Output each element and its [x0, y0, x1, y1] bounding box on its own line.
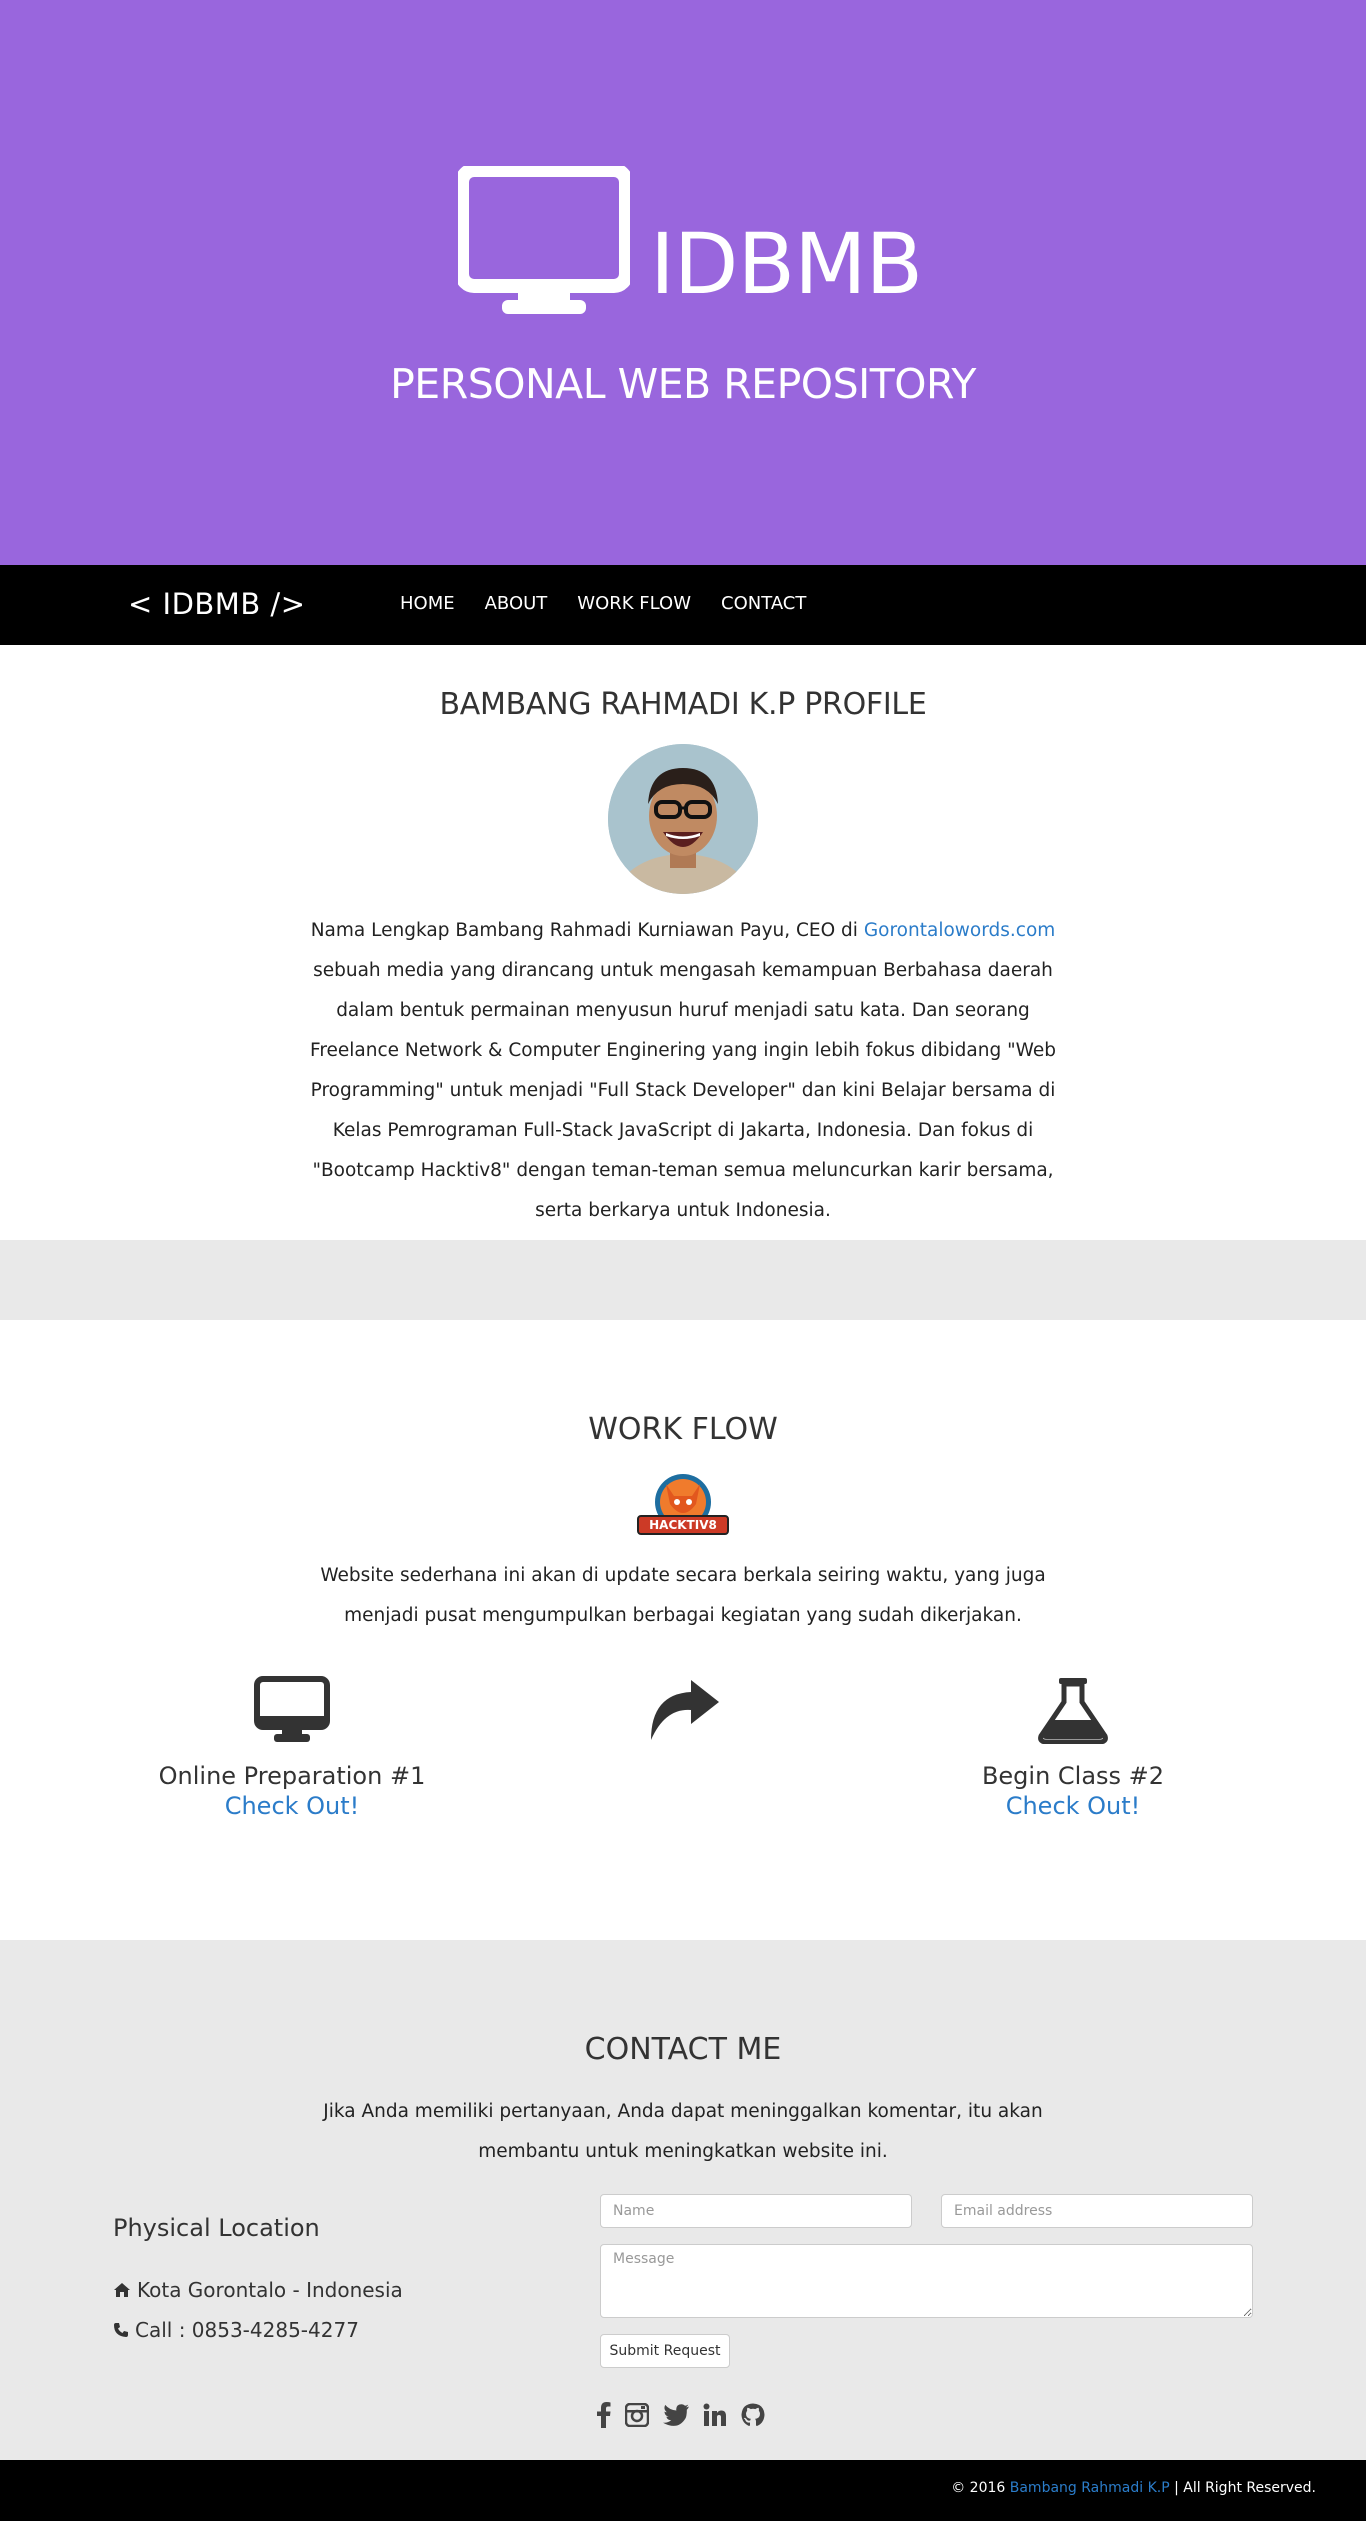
avatar: [608, 744, 758, 894]
github-icon[interactable]: [741, 2403, 765, 2431]
desktop-icon: [458, 166, 630, 314]
name-input[interactable]: [600, 2194, 912, 2228]
twitter-icon[interactable]: [663, 2404, 689, 2430]
workflow-title: WORK FLOW: [588, 1412, 778, 1447]
phone-icon: [114, 2323, 128, 2337]
contact-description: Jika Anda memiliki pertanyaan, Anda dapa…: [323, 2101, 1043, 2162]
home-icon: [114, 2283, 130, 2297]
hero-subtitle: PERSONAL WEB REPOSITORY: [390, 360, 976, 408]
linkedin-icon[interactable]: [703, 2403, 727, 2431]
footer-author-link[interactable]: Bambang Rahmadi K.P: [1010, 2480, 1170, 2496]
social-links: [597, 2402, 765, 2432]
workflow-section: WORK FLOW HACKTIV8 Website sederhana ini…: [0, 1320, 1366, 1940]
profile-description: Nama Lengkap Bambang Rahmadi Kurniawan P…: [300, 911, 1066, 1231]
instagram-icon[interactable]: [624, 2402, 650, 2431]
check-out-link[interactable]: Check Out!: [873, 1792, 1273, 1820]
nav-link-contact[interactable]: CONTACT: [721, 593, 806, 614]
message-textarea[interactable]: [600, 2244, 1253, 2318]
section-divider: [0, 1240, 1366, 1320]
check-out-link[interactable]: Check Out!: [92, 1792, 492, 1820]
address-text: Kota Gorontalo - Indonesia: [137, 2278, 403, 2302]
nav-link-about[interactable]: ABOUT: [485, 593, 548, 614]
copyright: © 2016 Bambang Rahmadi K.P | All Right R…: [951, 2480, 1316, 2496]
hero-brand: IDBMB: [650, 215, 923, 313]
workflow-item-title: Online Preparation #1: [158, 1762, 426, 1790]
hacktiv8-logo-text: HACKTIV8: [649, 1518, 717, 1532]
hacktiv8-logo: HACKTIV8: [637, 1474, 729, 1535]
address-line: Kota Gorontalo - Indonesia: [113, 2270, 403, 2310]
contact-section: CONTACT ME Jika Anda memiliki pertanyaan…: [0, 1940, 1366, 2460]
profile-title: BAMBANG RAHMADI K.P PROFILE: [439, 687, 927, 722]
workflow-item-arrow: [483, 1676, 883, 1744]
facebook-icon[interactable]: [597, 2402, 611, 2432]
workflow-item-title: Begin Class #2: [981, 1762, 1165, 1790]
workflow-item-begin-class: Begin Class #2 Check Out!: [873, 1676, 1273, 1820]
footer: © 2016 Bambang Rahmadi K.P | All Right R…: [0, 2460, 1366, 2521]
gorontalowords-link[interactable]: Gorontalowords.com: [864, 920, 1055, 941]
phone-line: Call : 0853-4285-4277: [113, 2310, 403, 2350]
flask-icon: [1038, 1678, 1108, 1744]
profile-section: BAMBANG RAHMADI K.P PROFILE Nama Lengkap…: [0, 645, 1366, 1240]
profile-text-part2: sebuah media yang dirancang untuk mengas…: [310, 960, 1056, 1221]
nav-link-home[interactable]: HOME: [400, 593, 455, 614]
location-title: Physical Location: [113, 2214, 320, 2242]
hero-banner: IDBMB PERSONAL WEB REPOSITORY: [0, 0, 1366, 565]
share-arrow-icon: [651, 1680, 719, 1740]
navbar: < IDBMB /> HOME ABOUT WORK FLOW CONTACT: [0, 565, 1366, 645]
copyright-suffix: | All Right Reserved.: [1169, 2480, 1316, 2496]
phone-text: Call : 0853-4285-4277: [135, 2318, 359, 2342]
contact-title: CONTACT ME: [584, 2032, 782, 2067]
physical-location: Physical Location Kota Gorontalo - Indon…: [113, 2214, 403, 2350]
email-input[interactable]: [941, 2194, 1253, 2228]
nav-brand[interactable]: < IDBMB />: [128, 587, 306, 621]
submit-request-button[interactable]: Submit Request: [600, 2334, 730, 2368]
copyright-prefix: © 2016: [951, 2480, 1010, 2496]
workflow-description: Website sederhana ini akan di update sec…: [320, 1565, 1046, 1626]
nav-link-workflow[interactable]: WORK FLOW: [577, 593, 691, 614]
profile-text-part1: Nama Lengkap Bambang Rahmadi Kurniawan P…: [310, 920, 864, 941]
workflow-item-online-preparation: Online Preparation #1 Check Out!: [92, 1676, 492, 1820]
nav-links: HOME ABOUT WORK FLOW CONTACT: [400, 593, 806, 614]
desktop-icon: [254, 1676, 330, 1742]
